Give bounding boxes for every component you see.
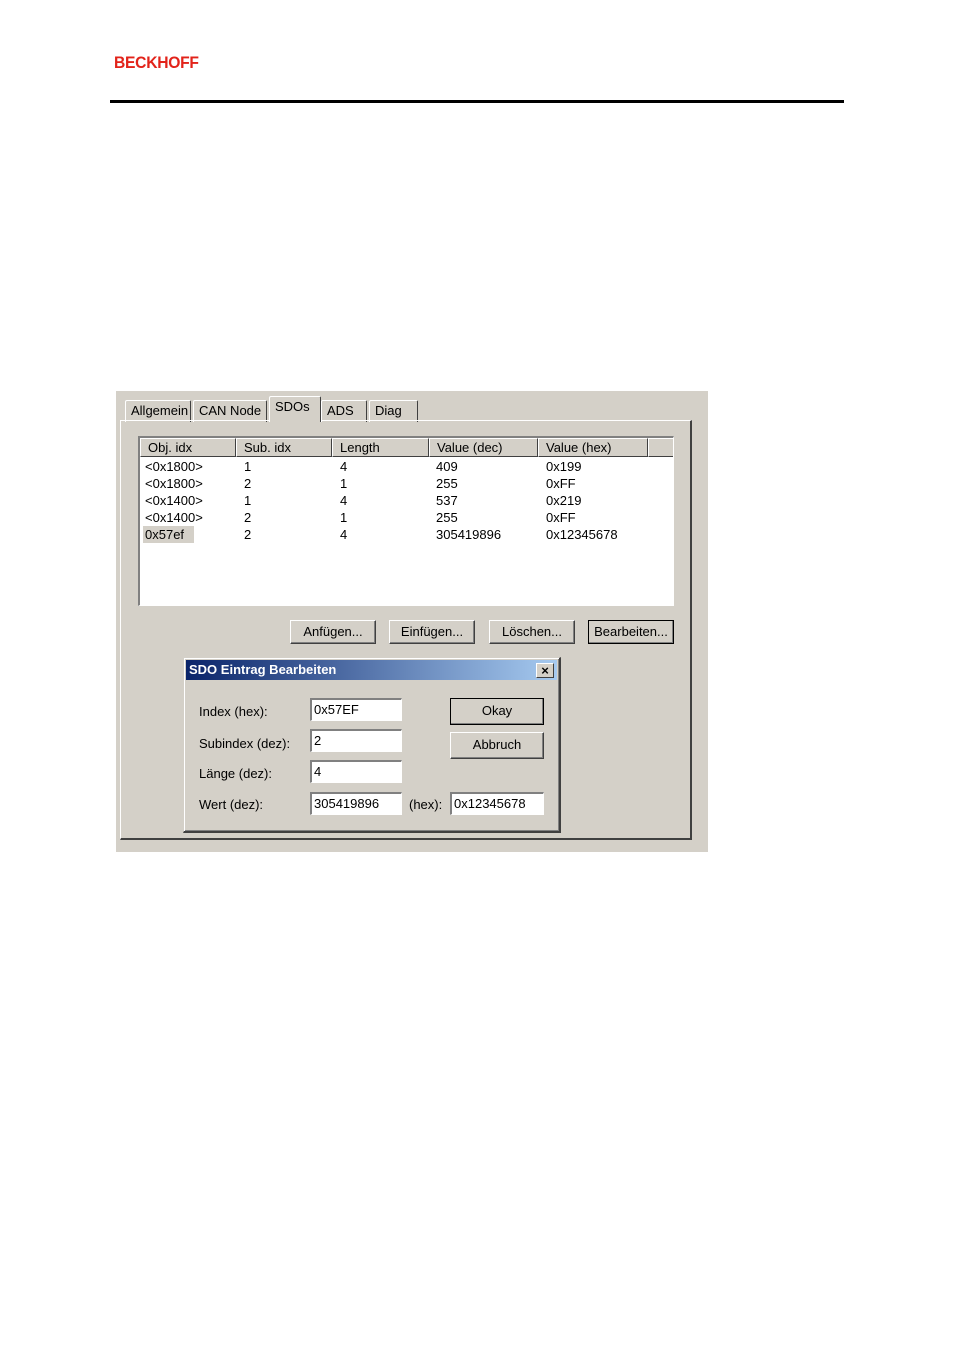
close-icon[interactable]: × [536,663,554,678]
cell-obj-idx: <0x1400> [145,510,203,525]
table-row[interactable]: <0x1800> 2 1 255 0xFF [140,475,673,492]
cell-sub-idx: 1 [244,459,252,474]
cell-value-dec: 255 [436,476,458,491]
edit-button[interactable]: Bearbeiten... [588,620,674,644]
value-hex-label: (hex): [409,797,443,812]
column-header-value-dec[interactable]: Value (dec) [429,438,538,457]
column-header-obj-idx[interactable]: Obj. idx [140,438,236,457]
cell-length: 4 [340,459,348,474]
cell-sub-idx: 2 [244,510,252,525]
cell-value-dec: 255 [436,510,458,525]
sdo-edit-dialog: SDO Eintrag Bearbeiten × Index (hex): 0x… [183,657,561,833]
cell-value-hex: 0xFF [546,476,576,491]
cell-length: 1 [340,510,348,525]
subindex-field[interactable]: 2 [310,729,402,752]
append-button[interactable]: Anfügen... [290,620,376,644]
tab-allgemein[interactable]: Allgemein [125,400,191,422]
tab-diag[interactable]: Diag [369,400,418,422]
cell-obj-idx: 0x57ef [143,526,195,543]
cell-length: 4 [340,527,348,542]
sdo-list[interactable]: Obj. idx Sub. idx Length Value (dec) Val… [138,436,674,606]
sdo-config-window: Allgemein CAN Node SDOs ADS Diag Obj. id… [116,391,708,852]
delete-button[interactable]: Löschen... [489,620,575,644]
column-header-length[interactable]: Length [332,438,429,457]
cell-obj-idx: <0x1800> [145,459,203,474]
cell-value-hex: 0x12345678 [546,527,618,542]
value-hex-field[interactable]: 0x12345678 [450,792,544,815]
index-label: Index (hex): [199,704,268,719]
value-dec-field[interactable]: 305419896 [310,792,402,815]
cell-value-dec: 409 [436,459,458,474]
table-row[interactable]: <0x1800> 1 4 409 0x199 [140,458,673,475]
cancel-button[interactable]: Abbruch [450,732,544,759]
cell-value-dec: 537 [436,493,458,508]
tab-ads[interactable]: ADS [321,400,367,422]
cell-value-hex: 0x219 [546,493,582,508]
header-rule [110,100,844,103]
cell-obj-idx: <0x1800> [145,476,203,491]
table-row[interactable]: <0x1400> 1 4 537 0x219 [140,492,673,509]
cell-obj-idx: <0x1400> [145,493,203,508]
index-field[interactable]: 0x57EF [310,698,402,721]
cell-value-hex: 0xFF [546,510,576,525]
cell-value-dec: 305419896 [436,527,502,542]
cell-value-hex: 0x199 [546,459,582,474]
list-header: Obj. idx Sub. idx Length Value (dec) Val… [140,438,673,457]
table-row-selected[interactable]: 0x57ef 2 4 305419896 0x12345678 [140,526,673,543]
dialog-title: SDO Eintrag Bearbeiten [189,662,337,677]
cell-sub-idx: 2 [244,476,252,491]
column-header-filler [648,438,673,457]
cell-sub-idx: 2 [244,527,252,542]
subindex-label: Subindex (dez): [199,736,291,751]
cell-sub-idx: 1 [244,493,252,508]
table-row[interactable]: <0x1400> 2 1 255 0xFF [140,509,673,526]
cell-length: 1 [340,476,348,491]
insert-button[interactable]: Einfügen... [389,620,475,644]
column-header-value-hex[interactable]: Value (hex) [538,438,648,457]
okay-button[interactable]: Okay [450,698,544,725]
beckhoff-logo: BECKHOFF [114,53,199,72]
cell-length: 4 [340,493,348,508]
length-label: Länge (dez): [199,766,272,781]
dialog-titlebar[interactable]: SDO Eintrag Bearbeiten × [186,660,557,680]
tab-can-node[interactable]: CAN Node [193,400,267,422]
length-field[interactable]: 4 [310,760,402,783]
tab-sdos[interactable]: SDOs [269,396,321,422]
column-header-sub-idx[interactable]: Sub. idx [236,438,332,457]
value-dec-label: Wert (dez): [199,797,264,812]
